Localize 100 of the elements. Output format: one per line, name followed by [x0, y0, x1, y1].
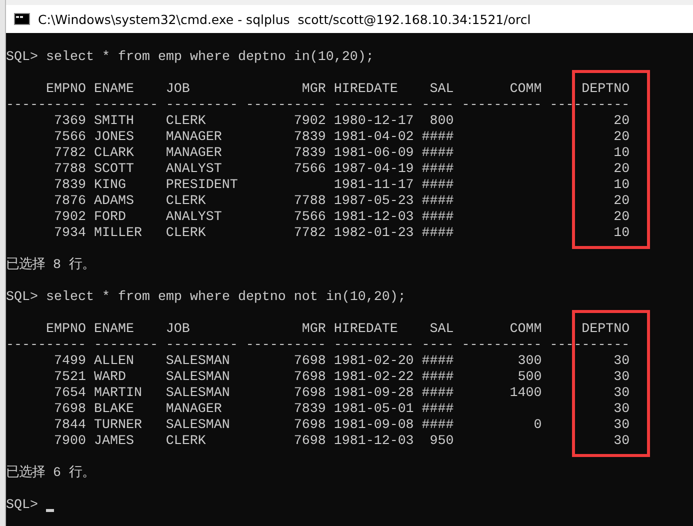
table-cell-text: MANAGER [166, 146, 223, 162]
table-cell: PRESIDENT [166, 178, 238, 194]
table-cell-text: JONES [94, 130, 135, 146]
table-cell: #### [422, 146, 454, 162]
table-cell-text: 30 [612, 434, 630, 450]
header-rule: ---------- [246, 338, 326, 354]
table-cell-text: 30 [612, 418, 630, 434]
table-cell-text: 7900 [52, 434, 86, 450]
table-cell-text: CLERK [166, 434, 207, 450]
header-rule: --------- [166, 98, 238, 114]
table-cell-text: 300 [516, 354, 542, 370]
header-rule: ---------- [6, 338, 86, 354]
table-cell: 1981-11-17 [334, 178, 414, 194]
table-cell-text: FORD [94, 210, 127, 226]
table-cell: #### [422, 210, 454, 226]
column-header: HIREDATE [334, 82, 399, 98]
table-cell: #### [422, 194, 454, 210]
table-cell-text: 7698 [292, 418, 326, 434]
table-cell-text: 7902 [292, 114, 326, 130]
table-cell-text: KING [94, 178, 127, 194]
table-cell-text: MARTIN [94, 386, 143, 402]
table-cell-text: 7782 [52, 146, 86, 162]
table-cell-text: 7782 [292, 226, 326, 242]
table-cell-text: 7876 [52, 194, 86, 210]
table-cell: 1982-01-23 [334, 226, 414, 242]
table-cell-text: JAMES [94, 434, 135, 450]
table-cell-text: MANAGER [166, 130, 223, 146]
header-rule: -------- [94, 338, 158, 354]
table-cell-text: SALESMAN [166, 386, 231, 402]
table-cell-text: 0 [532, 418, 542, 434]
table-cell-text: SALESMAN [166, 354, 231, 370]
table-cell-text: 7698 [52, 402, 86, 418]
table-cell-text: 7934 [52, 226, 86, 242]
table-cell: #### [422, 130, 454, 146]
column-header: DEPTNO [580, 322, 630, 338]
column-header: JOB [166, 322, 191, 338]
table-cell-text: 7698 [292, 370, 326, 386]
table-cell: 1981-02-20 [334, 354, 414, 370]
column-header: ENAME [94, 82, 135, 98]
table-cell-text: SCOTT [94, 162, 135, 178]
column-header: SAL [428, 82, 454, 98]
column-header: SAL [428, 322, 454, 338]
table-cell-text: 20 [612, 162, 630, 178]
header-rule: ---- [422, 338, 454, 354]
column-header: DEPTNO [580, 82, 630, 98]
table-cell-text: 7369 [52, 114, 86, 130]
table-cell-text: ADAMS [94, 194, 135, 210]
table-cell-text: 7698 [292, 386, 326, 402]
table-cell: 1981-04-02 [334, 130, 414, 146]
table-cell: #### [422, 162, 454, 178]
table-cell-text: WARD [94, 370, 127, 386]
table-cell-text: 10 [612, 226, 630, 242]
table-cell-text: 7839 [292, 130, 326, 146]
table-cell-text: 7566 [292, 210, 326, 226]
table-cell-text: 7521 [52, 370, 86, 386]
table-cell-text: 30 [612, 402, 630, 418]
table-cell: #### [422, 178, 454, 194]
header-rule: ---- [422, 98, 454, 114]
table-cell: 1981-06-09 [334, 146, 414, 162]
status-message: 已选择 8 行。 [6, 258, 95, 274]
table-cell: #### [422, 226, 454, 242]
table-cell-text: 7902 [52, 210, 86, 226]
table-cell-text: CLERK [166, 114, 207, 130]
table-cell: 1981-02-22 [334, 370, 414, 386]
header-rule: ---------- [550, 98, 630, 114]
status-message: 已选择 6 行。 [6, 466, 95, 482]
table-cell: #### [422, 354, 454, 370]
table-cell-text: 20 [612, 194, 630, 210]
table-cell: #### [422, 386, 454, 402]
table-cell-text: 30 [612, 354, 630, 370]
prompt: SQL> [6, 290, 38, 306]
table-cell-text: TURNER [94, 418, 143, 434]
column-header: HIREDATE [334, 322, 399, 338]
header-rule: --------- [166, 338, 238, 354]
header-rule: ---------- [6, 98, 86, 114]
table-cell-text: 800 [428, 114, 454, 130]
table-cell-text: ANALYST [166, 210, 223, 226]
table-cell-text: 7698 [292, 354, 326, 370]
table-cell-text: 7499 [52, 354, 86, 370]
table-cell-text: 7788 [52, 162, 86, 178]
command-text: select * from emp where deptno not in(10,20); [46, 290, 406, 306]
table-cell-text: 950 [428, 434, 454, 450]
table-cell-text: 10 [612, 178, 630, 194]
table-cell-text: 20 [612, 210, 630, 226]
header-rule: ---------- [462, 98, 542, 114]
column-header: EMPNO [44, 322, 86, 338]
table-cell-text: 7654 [52, 386, 86, 402]
table-cell-text: 30 [612, 370, 630, 386]
window-title: C:\Windows\system32\cmd.exe - sqlplus scott/scott@192.168.10.34:1521/orcl [38, 12, 531, 26]
table-cell-text: 10 [612, 146, 630, 162]
table-cell: #### [422, 418, 454, 434]
console-icon [14, 13, 30, 25]
table-cell: 1981-12-03 [334, 434, 414, 450]
table-cell: #### [422, 402, 454, 418]
header-rule: ---------- [550, 338, 630, 354]
table-cell-text: 7839 [292, 146, 326, 162]
header-rule: ---------- [334, 338, 414, 354]
table-cell: 1980-12-17 [334, 114, 414, 130]
header-rule: -------- [94, 98, 158, 114]
column-header: ENAME [94, 322, 135, 338]
